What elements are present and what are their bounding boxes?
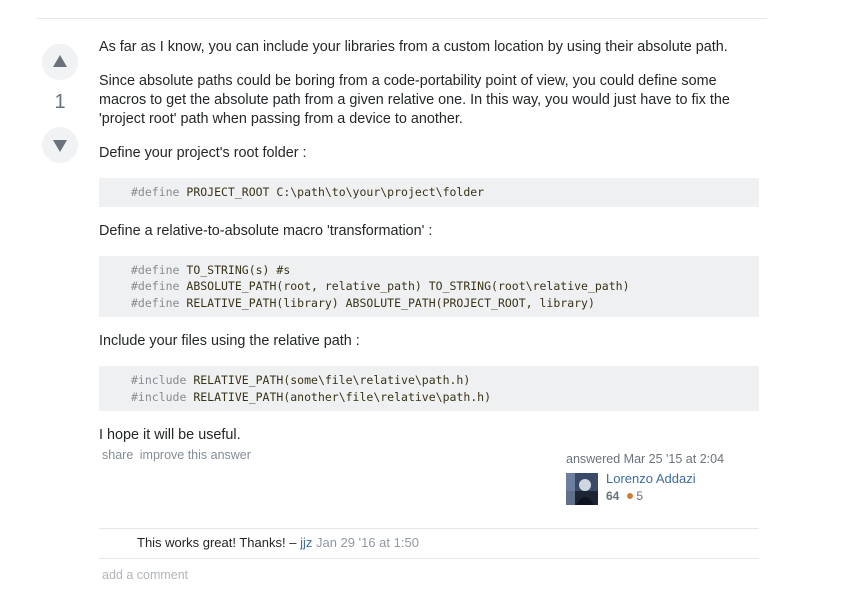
comment-text: This works great! Thanks! – <box>137 535 297 550</box>
paragraph: I hope it will be useful. <box>99 427 241 443</box>
downvote-button[interactable] <box>42 127 78 163</box>
paragraph: Define a relative-to-absolute macro 'tra… <box>99 222 433 239</box>
upvote-button[interactable] <box>42 44 78 80</box>
comments-divider <box>99 558 759 559</box>
reputation-row: 64 5 <box>606 489 643 503</box>
improve-answer-link[interactable]: improve this answer <box>140 448 251 462</box>
code-keyword: #define <box>131 279 180 293</box>
comments-divider <box>99 528 759 529</box>
code-line: #include RELATIVE_PATH(another\file\rela… <box>131 390 491 404</box>
code-block-includes: #include RELATIVE_PATH(some\file\relativ… <box>99 366 759 411</box>
paragraph: As far as I know, you can include your l… <box>99 39 728 55</box>
arrow-up-icon <box>53 55 67 67</box>
answer-body: As far as I know, you can include your l… <box>99 38 759 460</box>
code-block-define-root: #define PROJECT_ROOT C:\path\to\your\pro… <box>99 178 759 207</box>
reputation-score: 64 <box>606 489 620 503</box>
code-text: RELATIVE_PATH(some\file\relative\path.h) <box>186 373 471 387</box>
share-link[interactable]: share <box>102 448 133 462</box>
vote-count: 1 <box>54 91 66 113</box>
comment-date[interactable]: Jan 29 '16 at 1:50 <box>316 535 419 550</box>
code-line: #define PROJECT_ROOT C:\path\to\your\pro… <box>131 185 484 199</box>
code-line: #include RELATIVE_PATH(some\file\relativ… <box>131 373 470 387</box>
code-keyword: #define <box>131 295 180 310</box>
comment-user-link[interactable]: jjz <box>300 535 312 550</box>
code-text: TO_STRING(s) #s <box>179 262 291 277</box>
user-signature: answered Mar 25 '15 at 2:04 Lorenzo Adda… <box>566 452 756 505</box>
arrow-down-icon <box>53 140 67 152</box>
code-block-macros: #define TO_STRING(s) #s #define ABSOLUTE… <box>99 255 759 317</box>
code-line: #define TO_STRING(s) #s <box>131 263 290 277</box>
comment: This works great! Thanks! – jjz Jan 29 '… <box>137 535 419 550</box>
code-text: ABSOLUTE_PATH(root, relative_path) TO_ST… <box>179 279 630 293</box>
code-keyword: #include <box>131 373 187 387</box>
code-text: RELATIVE_PATH(library) ABSOLUTE_PATH(PRO… <box>179 295 595 310</box>
code-text: PROJECT_ROOT C:\path\to\your\project\fol… <box>179 185 485 199</box>
bronze-badge-count: 5 <box>636 489 644 503</box>
paragraph: Include your files using the relative pa… <box>99 333 360 349</box>
code-line: #define ABSOLUTE_PATH(root, relative_pat… <box>131 279 630 293</box>
add-comment-link[interactable]: add a comment <box>102 568 188 582</box>
answered-timestamp: answered Mar 25 '15 at 2:04 <box>566 452 725 466</box>
code-line: #define RELATIVE_PATH(library) ABSOLUTE_… <box>131 296 595 310</box>
avatar[interactable] <box>566 473 598 505</box>
paragraph: Define your project's root folder : <box>99 145 307 161</box>
top-divider <box>37 18 767 19</box>
code-keyword: #include <box>131 389 187 404</box>
user-name-link[interactable]: Lorenzo Addazi <box>606 471 696 486</box>
bronze-badge-icon <box>627 493 634 500</box>
post-menu: share improve this answer <box>102 448 254 462</box>
code-keyword: #define <box>131 262 180 277</box>
code-text: RELATIVE_PATH(another\file\relative\path… <box>186 389 492 404</box>
paragraph: Since absolute paths could be boring fro… <box>99 73 730 127</box>
code-keyword: #define <box>131 185 180 199</box>
